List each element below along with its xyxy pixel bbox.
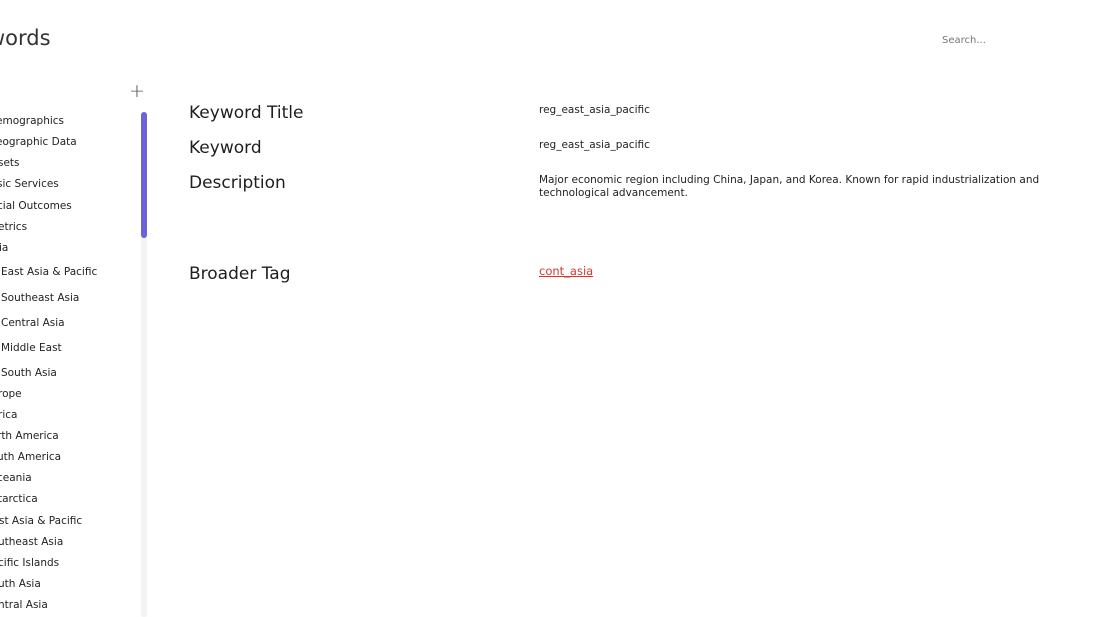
tree-item[interactable]: tarctica xyxy=(0,493,38,505)
tree-item[interactable]: South Asia xyxy=(1,367,57,379)
search-input[interactable] xyxy=(942,31,1082,49)
tree-item[interactable]: sets xyxy=(0,157,20,169)
tree-item[interactable]: Middle East xyxy=(1,342,62,354)
broader-tag-link[interactable]: cont_asia xyxy=(539,265,593,278)
keyword-label: Keyword xyxy=(189,138,262,158)
tree-item[interactable]: rth America xyxy=(0,430,59,442)
keyword-title-value: reg_east_asia_pacific xyxy=(539,104,650,116)
tree-item[interactable]: eographic Data xyxy=(0,136,77,148)
tree-item[interactable]: rope xyxy=(0,388,22,400)
tree-item[interactable]: Central Asia xyxy=(1,317,65,329)
tree-item[interactable]: emographics xyxy=(0,115,64,127)
tree-item[interactable]: st Asia & Pacific xyxy=(0,515,82,527)
sidebar-scrollbar[interactable] xyxy=(141,112,147,617)
keyword-title-label: Keyword Title xyxy=(189,103,304,123)
tree-item[interactable]: sic Services xyxy=(0,178,59,190)
tree-item[interactable]: utheast Asia xyxy=(0,536,63,548)
tree-item[interactable]: etrics xyxy=(0,221,27,233)
description-label: Description xyxy=(189,173,286,193)
keywords-page: words emographics eographic Data sets si… xyxy=(0,0,1096,617)
tree-item[interactable]: cial Outcomes xyxy=(0,200,72,212)
tree-item[interactable]: ceania xyxy=(0,472,32,484)
tree-item[interactable]: uth Asia xyxy=(0,578,41,590)
tree-item[interactable]: ntral Asia xyxy=(0,599,48,611)
description-value: Major economic region including China, J… xyxy=(539,174,1040,199)
keyword-tree: emographics eographic Data sets sic Serv… xyxy=(0,0,140,617)
tree-item[interactable]: cific Islands xyxy=(0,557,59,569)
keyword-value: reg_east_asia_pacific xyxy=(539,139,650,151)
scrollbar-thumb[interactable] xyxy=(141,112,147,238)
tree-item[interactable]: rica xyxy=(0,409,17,421)
tree-item[interactable]: ia xyxy=(0,242,8,254)
tree-item[interactable]: uth America xyxy=(0,451,61,463)
add-keyword-button[interactable]: + xyxy=(128,82,146,101)
tree-item-east-asia-pacific[interactable]: East Asia & Pacific xyxy=(1,266,97,278)
broader-tag-label: Broader Tag xyxy=(189,264,291,284)
tree-item[interactable]: Southeast Asia xyxy=(1,292,79,304)
